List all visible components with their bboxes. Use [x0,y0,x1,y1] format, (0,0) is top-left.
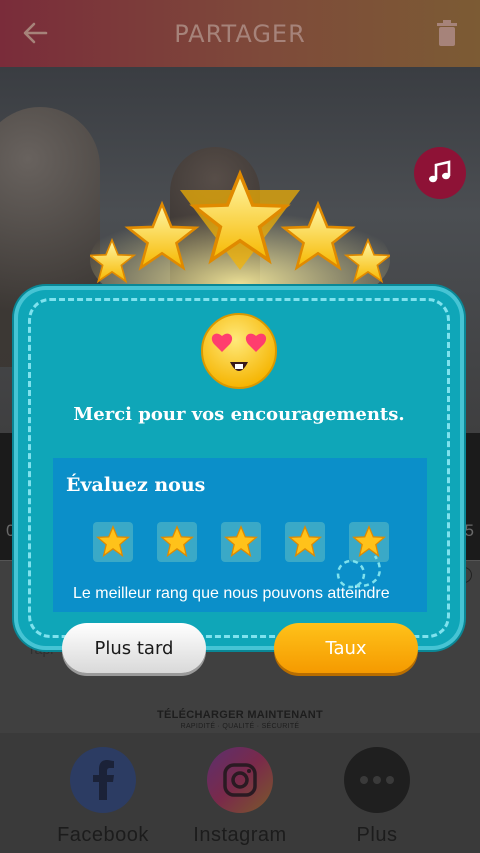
star-button-1[interactable] [93,522,133,562]
music-note-icon [429,160,451,183]
heart-eyes-emoji-icon [201,313,277,389]
rating-dialog: Merci pour vos encouragements. Évaluez n… [14,286,464,650]
star-icon [224,525,258,558]
music-button[interactable] [414,147,466,199]
ad-download-subtitle: RAPIDITÉ · QUALITÉ · SÉCURITÉ [180,723,300,730]
share-more[interactable]: Plus [317,747,437,847]
share-label: Facebook [57,824,149,846]
star-icon [96,525,130,558]
star-button-2[interactable] [157,522,197,562]
top-bar: PARTAGER [0,0,480,67]
star-button-4[interactable] [285,522,325,562]
later-button[interactable]: Plus tard [62,623,206,673]
star-icon [160,525,194,558]
ad-download-title[interactable]: TÉLÉCHARGER MAINTENANT [0,709,480,721]
page-title: PARTAGER [174,20,306,48]
video-figure [170,147,260,307]
instagram-icon[interactable] [207,747,273,813]
more-dots-icon[interactable] [344,747,410,813]
share-label: Plus [356,824,398,846]
star-button-3[interactable] [221,522,261,562]
facebook-icon[interactable] [70,747,136,813]
rating-panel: Évaluez nous Le meilleur rang que nous p… [53,458,427,612]
share-label: Instagram [193,824,287,846]
rating-description: Le meilleur rang que nous pouvons attein… [73,585,390,602]
share-instagram[interactable]: Instagram [180,747,300,847]
rating-title: Évaluez nous [66,474,206,496]
star-icon [288,525,322,558]
trash-icon[interactable] [436,20,458,46]
share-bar: Facebook Instagram Plus [0,733,480,853]
thanks-message: Merci pour vos encouragements. [73,404,405,425]
rate-button[interactable]: Taux [274,623,418,673]
share-facebook[interactable]: Facebook [43,747,163,847]
